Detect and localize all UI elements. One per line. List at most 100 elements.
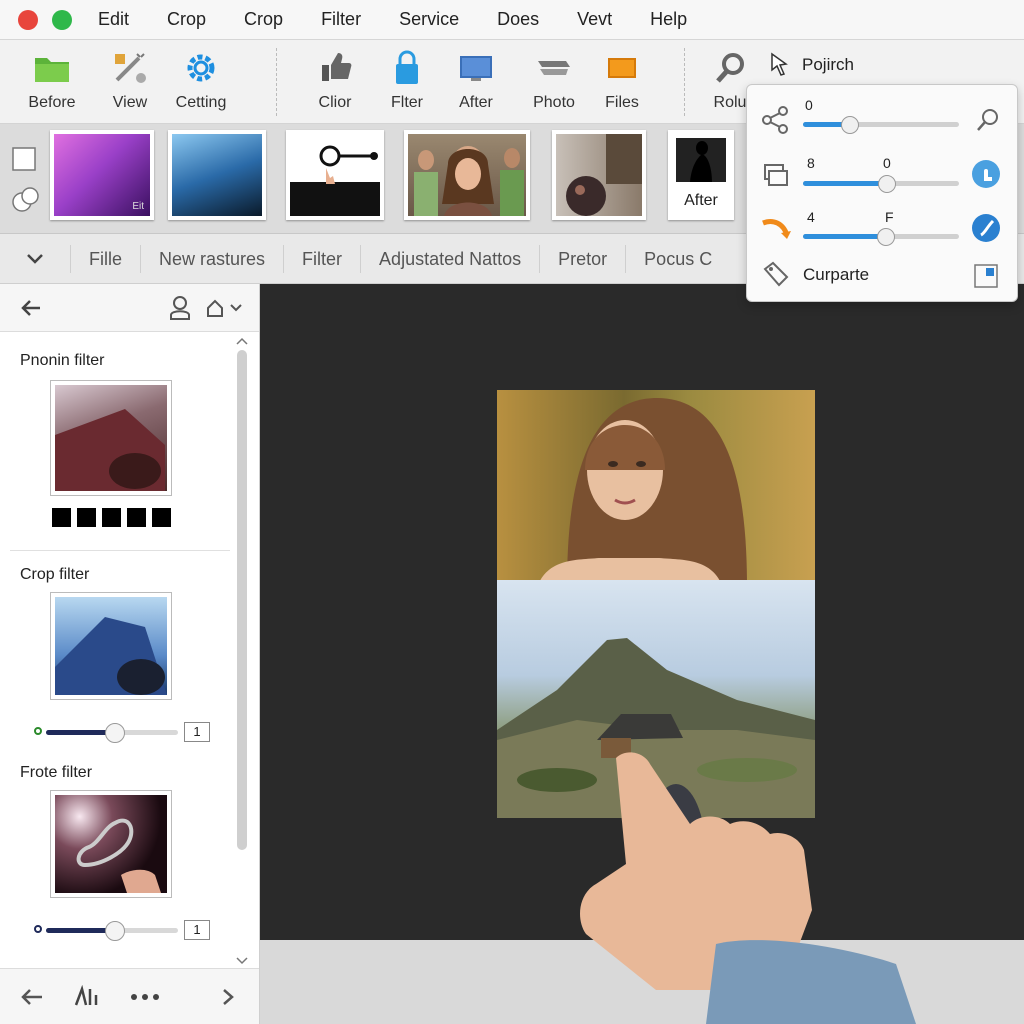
popover-row2-right-value: 0 [883,155,891,171]
slider-start-marker [34,727,42,735]
frote-filter-value[interactable]: 1 [184,920,210,940]
search-icon [700,50,760,86]
thumbnail-people-photo[interactable] [404,130,530,220]
thumbnail-blue-gradient[interactable] [168,130,266,220]
rotate-arrow-icon[interactable] [759,215,793,243]
tab-new-rastures[interactable]: New rastures [140,244,283,273]
tool-photo-label: Photo [533,94,575,111]
expand-box-icon[interactable] [973,263,999,289]
filter-preview-frote[interactable] [50,790,172,898]
tool-before-button[interactable]: Before [12,50,92,112]
color-swatch[interactable] [152,508,171,527]
zoom-icon[interactable] [975,107,1001,133]
thumbnail-pen-image [290,134,380,216]
tab-pocus[interactable]: Pocus C [625,244,730,273]
frote-filter-slider[interactable]: 1 [34,920,210,941]
scroll-down-icon[interactable] [234,956,250,966]
crop-frame-icon[interactable] [761,161,791,189]
tab-adjustated-nattos[interactable]: Adjustated Nattos [360,244,539,273]
back-arrow-icon[interactable] [20,987,46,1007]
thumbnail-bowling-photo[interactable] [552,130,646,220]
menu-edit[interactable]: Edit [98,9,129,30]
filter-preview-crop[interactable] [50,592,172,700]
back-arrow-icon[interactable] [20,298,44,318]
filter-title-crop: Crop filter [20,566,90,583]
close-window-button[interactable] [18,9,38,30]
menu-vevt[interactable]: Vevt [577,9,612,30]
tool-view-button[interactable]: View [90,50,170,112]
orange-square-icon [582,50,662,86]
filters-scrollbar[interactable] [234,336,250,966]
color-swatch[interactable] [52,508,71,527]
thumbs-up-icon [295,50,375,86]
filter-preview-frote-image [55,795,167,893]
touch-icon[interactable] [971,159,1001,189]
user-icon[interactable] [169,295,191,321]
menu-filter[interactable]: Filter [321,9,361,30]
popover-slider-2[interactable] [803,175,959,193]
menu-crop[interactable]: Crop [167,9,206,30]
square-select-icon[interactable] [10,144,38,177]
tool-files-button[interactable]: Files [582,50,662,112]
slider-knob[interactable] [878,175,897,193]
menu-items: Edit Crop Crop Filter Service Does Vevt … [98,9,725,30]
tool-after-button[interactable]: After [436,50,516,112]
bar-chart-icon[interactable] [74,985,102,1007]
folder-icon [12,50,92,86]
window-controls [18,9,72,30]
divider [10,550,230,551]
portrait-photo[interactable] [497,390,815,588]
scroll-up-icon[interactable] [234,336,250,346]
color-swatch[interactable] [102,508,121,527]
slider-fill [803,234,886,239]
slider-knob[interactable] [104,921,125,941]
slider-track [46,921,178,941]
filter-preview-pnonin[interactable] [50,380,172,496]
filter-preview-pnonin-image [55,385,167,491]
crop-filter-slider[interactable]: 1 [34,722,210,743]
thumbnail-pen-drawing[interactable] [286,130,384,220]
filter-preview-crop-image [55,597,167,695]
tool-before-label: Before [28,94,76,111]
more-dots-icon[interactable] [130,993,160,1001]
crop-filter-value[interactable]: 1 [184,722,210,742]
zoom-window-button[interactable] [52,9,72,30]
tab-filter[interactable]: Filter [283,244,360,273]
menu-does[interactable]: Does [497,9,539,30]
tool-cetting-button[interactable]: Cetting [161,50,241,112]
shapes-icon[interactable] [10,184,40,219]
slider-knob[interactable] [840,116,859,134]
slider-track [46,723,178,743]
adjustments-popover: 0 8 0 4 F Curparte [746,84,1018,302]
home-dropdown-chevron-icon[interactable] [229,303,243,313]
popover-slider-1[interactable] [803,116,959,134]
menu-service[interactable]: Service [399,9,459,30]
tool-after-label: After [459,94,493,111]
thumbnail-badge: Eit [132,201,144,212]
menu-crop-2[interactable]: Crop [244,9,283,30]
swatch-row [52,508,171,527]
slider-knob[interactable] [876,228,895,246]
home-icon[interactable] [205,298,225,318]
menu-help[interactable]: Help [650,9,687,30]
brush-icon[interactable] [971,213,1001,243]
tab-fille[interactable]: Fille [70,244,140,273]
forward-arrow-icon[interactable] [220,987,236,1007]
color-swatch[interactable] [127,508,146,527]
tool-clior-button[interactable]: Clior [295,50,375,112]
pointer-tool[interactable]: Pojirch [768,52,854,78]
tag-icon[interactable] [761,261,791,287]
lock-icon [367,50,447,86]
slider-knob[interactable] [104,723,125,743]
tool-view-label: View [112,94,148,111]
popover-slider-3[interactable] [803,228,959,246]
thumbnail-purple-gradient[interactable]: Eit [50,130,154,220]
toolbar-separator [276,48,277,116]
chevron-down-icon[interactable] [0,252,70,266]
share-nodes-icon[interactable] [761,105,791,135]
scrollbar-thumb[interactable] [237,350,247,850]
tool-flter-button[interactable]: Flter [367,50,447,112]
thumbnail-silhouette[interactable]: After [668,130,734,220]
tab-pretor[interactable]: Pretor [539,244,625,273]
color-swatch[interactable] [77,508,96,527]
